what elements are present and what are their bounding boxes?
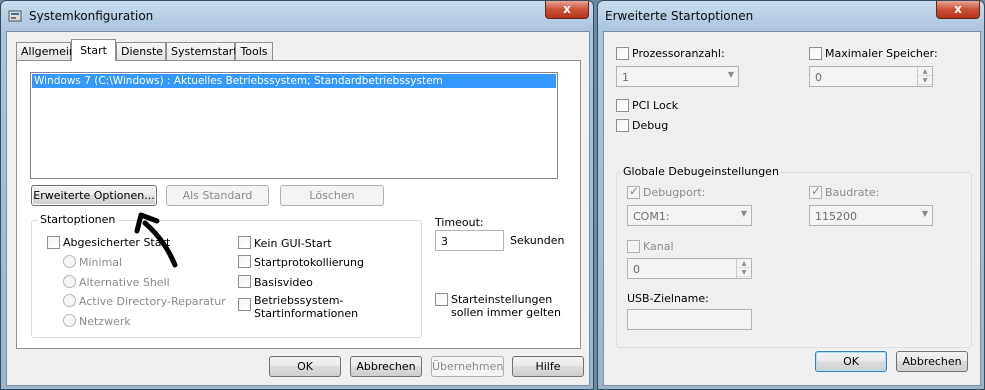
start-tab-panel: Windows 7 (C:\Windows) : Aktuelles Betri… <box>16 60 581 349</box>
spin-down-icon[interactable]: ▼ <box>737 268 751 277</box>
num-processors-checkbox[interactable] <box>616 47 629 60</box>
boot-log-checkbox[interactable] <box>238 255 251 268</box>
boot-entries-list[interactable]: Windows 7 (C:\Windows) : Aktuelles Betri… <box>30 72 558 179</box>
apply-button[interactable]: Übernehmen <box>431 356 504 377</box>
baud-rate-select[interactable]: 115200 ▼ <box>809 205 933 226</box>
ok-button[interactable]: OK <box>269 356 341 377</box>
cancel-button[interactable]: Abbrechen <box>350 356 422 377</box>
tab-start[interactable]: Start <box>71 39 116 61</box>
network-radio[interactable] <box>63 314 76 327</box>
safe-boot-checkbox[interactable] <box>47 236 60 249</box>
advanced-window-title: Erweiterte Startoptionen <box>605 9 754 23</box>
pci-lock-checkbox[interactable] <box>616 99 629 112</box>
baud-rate-label: Baudrate: <box>825 186 880 199</box>
debug-settings-group: Globale Debugeinstellungen Debugport: CO… <box>616 165 972 348</box>
advanced-cancel-button[interactable]: Abbrechen <box>896 351 968 372</box>
pci-lock-label: PCI Lock <box>632 99 679 112</box>
max-memory-value: 0 <box>815 71 822 84</box>
system-configuration-window: Systemkonfiguration x Allgemein Start Di… <box>0 0 594 390</box>
debug-settings-group-label: Globale Debugeinstellungen <box>621 165 781 178</box>
window-title: Systemkonfiguration <box>29 9 154 23</box>
tab-allgemein[interactable]: Allgemein <box>16 42 76 61</box>
num-processors-value: 1 <box>622 71 629 84</box>
timeout-unit: Sekunden <box>510 234 565 247</box>
usb-target-input[interactable] <box>627 309 752 330</box>
os-boot-info-checkbox[interactable] <box>238 298 251 311</box>
spin-down-icon[interactable]: ▼ <box>918 76 932 85</box>
advanced-title-bar[interactable]: Erweiterte Startoptionen x <box>598 1 984 31</box>
chevron-down-icon: ▼ <box>727 70 734 79</box>
boot-options-group: Startoptionen Abgesicherter Start Minima… <box>31 213 422 338</box>
advanced-ok-button[interactable]: OK <box>815 351 887 372</box>
base-video-label: Basisvideo <box>254 276 313 289</box>
alternate-shell-radio[interactable] <box>63 275 76 288</box>
base-video-checkbox[interactable] <box>238 275 251 288</box>
chevron-down-icon: ▼ <box>740 209 747 218</box>
baud-rate-checkbox[interactable] <box>809 184 822 199</box>
boot-options-group-label: Startoptionen <box>38 213 118 226</box>
make-permanent-label: Starteinstellungen sollen immer gelten <box>451 293 561 319</box>
minimal-label: Minimal <box>79 256 123 269</box>
make-permanent-checkbox[interactable] <box>435 293 448 306</box>
annotation-arrow-icon <box>134 212 178 268</box>
debug-port-value: COM1: <box>633 210 670 223</box>
tab-systemstart[interactable]: Systemstart <box>166 42 238 61</box>
close-button[interactable]: x <box>545 1 589 19</box>
gear-icon <box>8 9 22 23</box>
network-label: Netzwerk <box>79 315 131 328</box>
debug-checkbox[interactable] <box>616 119 629 132</box>
baud-rate-value: 115200 <box>815 210 857 223</box>
max-memory-checkbox[interactable] <box>809 47 822 60</box>
max-memory-spinner[interactable]: ▲ ▼ <box>917 67 932 86</box>
channel-spinner[interactable]: ▲ ▼ <box>736 259 751 278</box>
chevron-down-icon: ▼ <box>921 209 928 218</box>
tab-dienste[interactable]: Dienste <box>116 42 166 61</box>
delete-label: Löschen <box>309 189 355 202</box>
channel-input[interactable]: 0 ▲ ▼ <box>627 258 752 279</box>
advanced-client-area: Prozessoranzahl: 1 ▼ Maximaler Speicher:… <box>603 31 981 386</box>
timeout-label: Timeout: <box>435 216 484 229</box>
boot-log-label: Startprotokollierung <box>254 256 364 269</box>
delete-button[interactable]: Löschen <box>280 185 384 206</box>
ad-repair-radio[interactable] <box>63 294 76 307</box>
spin-up-icon[interactable]: ▲ <box>737 259 751 268</box>
debug-label: Debug <box>632 119 669 132</box>
help-button[interactable]: Hilfe <box>512 356 584 377</box>
max-memory-label: Maximaler Speicher: <box>825 47 938 60</box>
window-client-area: Allgemein Start Dienste Systemstart Tool… <box>6 31 590 386</box>
advanced-close-button[interactable]: x <box>936 1 980 19</box>
channel-value: 0 <box>633 263 640 276</box>
title-bar[interactable]: Systemkonfiguration x <box>1 1 593 31</box>
usb-target-label: USB-Zielname: <box>627 292 709 305</box>
channel-label: Kanal <box>643 240 674 253</box>
timeout-input[interactable]: 3 <box>435 230 504 251</box>
spin-up-icon[interactable]: ▲ <box>918 67 932 76</box>
no-gui-boot-label: Kein GUI-Start <box>254 237 332 250</box>
ad-repair-label: Active Directory-Reparatur <box>79 295 226 308</box>
os-boot-info-label: Betriebssystem-Startinformationen <box>254 294 359 320</box>
num-processors-label: Prozessoranzahl: <box>632 47 725 60</box>
debug-port-checkbox[interactable] <box>627 184 640 199</box>
advanced-boot-options-window: Erweiterte Startoptionen x Prozessoranza… <box>597 0 985 390</box>
minimal-radio[interactable] <box>63 255 76 268</box>
set-default-label: Als Standard <box>182 189 253 202</box>
max-memory-input[interactable]: 0 ▲ ▼ <box>809 66 933 87</box>
boot-entry-selected[interactable]: Windows 7 (C:\Windows) : Aktuelles Betri… <box>32 74 556 88</box>
num-processors-select[interactable]: 1 ▼ <box>616 66 739 87</box>
channel-checkbox[interactable] <box>627 240 640 253</box>
debug-port-label: Debugport: <box>643 186 706 199</box>
no-gui-boot-checkbox[interactable] <box>238 236 251 249</box>
debug-port-select[interactable]: COM1: ▼ <box>627 205 752 226</box>
alternate-shell-label: Alternative Shell <box>79 276 170 289</box>
tab-tools[interactable]: Tools <box>235 42 273 61</box>
